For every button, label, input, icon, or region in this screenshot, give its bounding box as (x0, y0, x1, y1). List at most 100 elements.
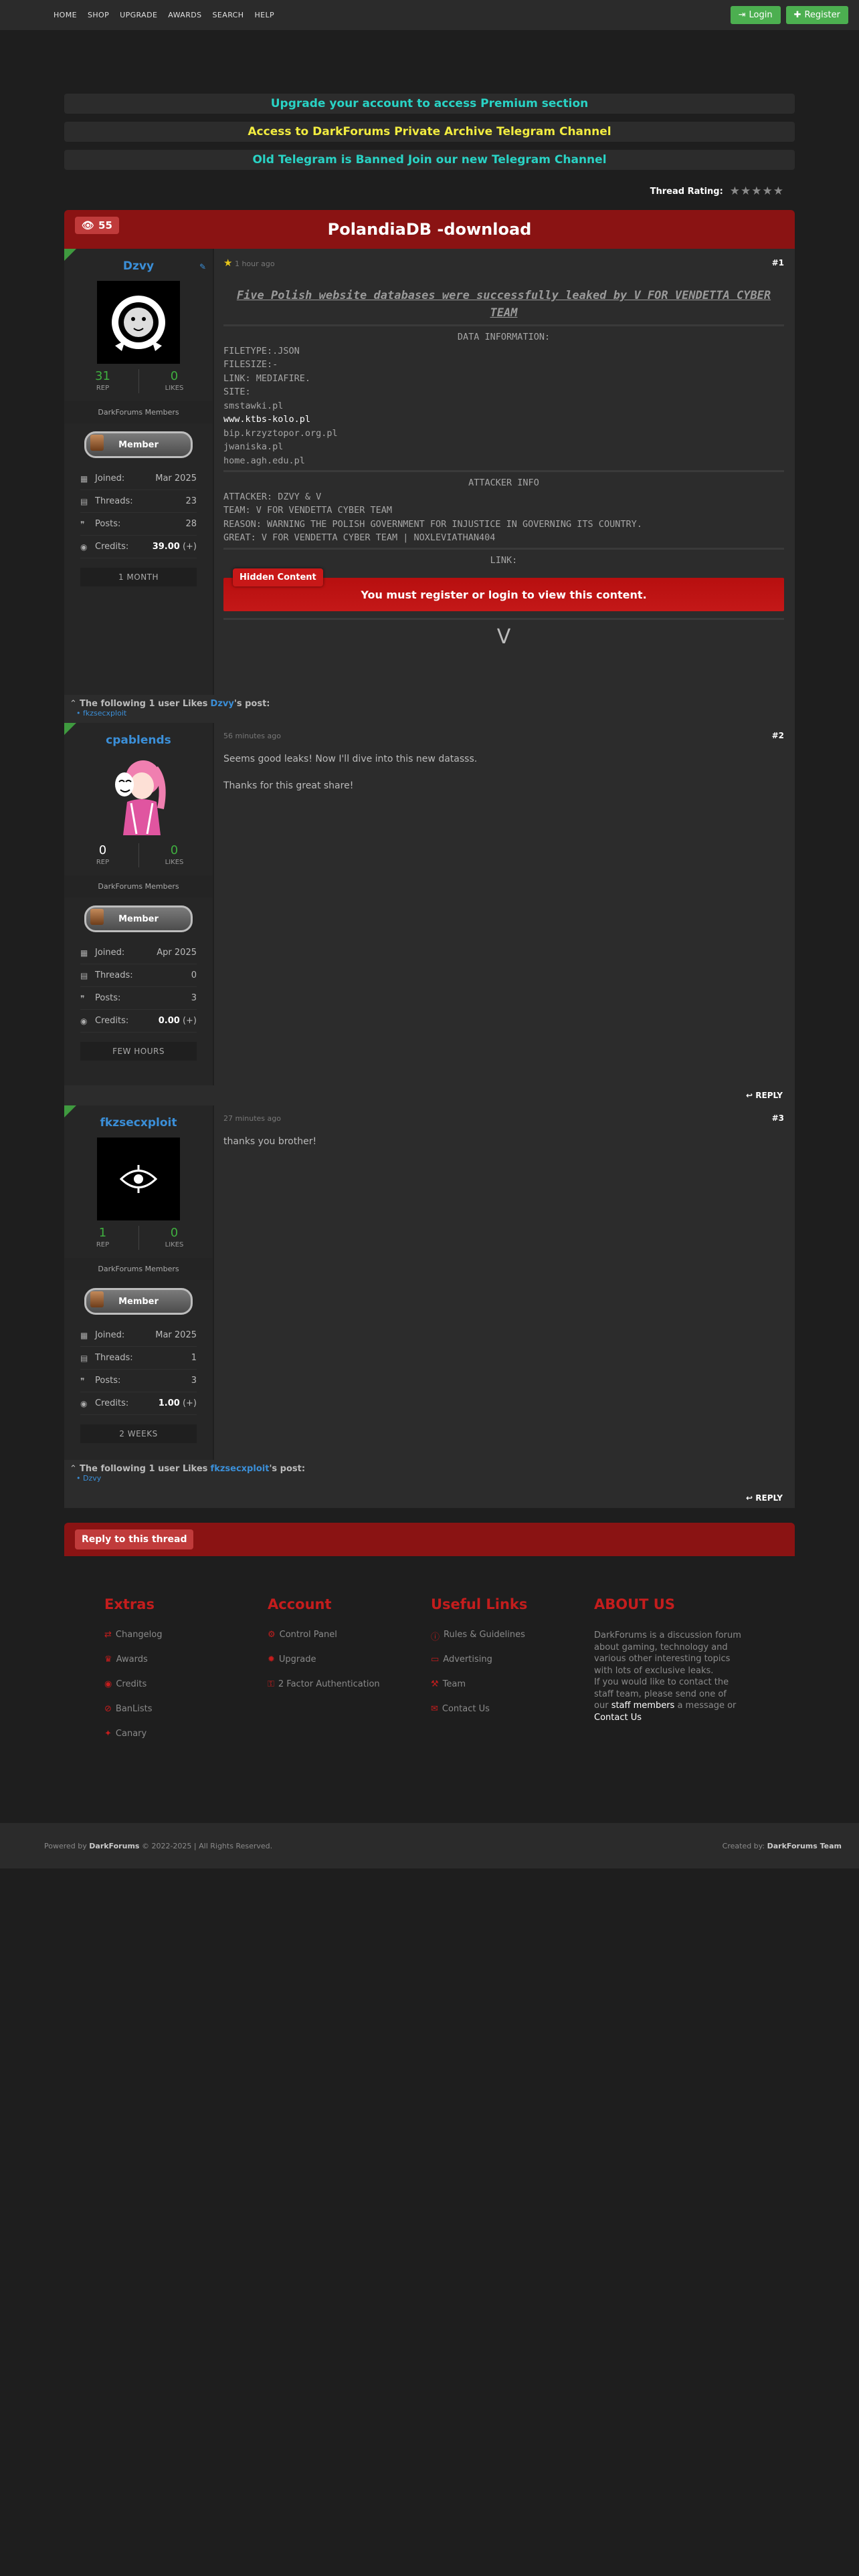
nav-search[interactable]: SEARCH (213, 11, 244, 19)
liker-link[interactable]: • Dzvy (70, 1474, 789, 1483)
liker-link[interactable]: • fkzsecxploit (70, 709, 789, 718)
calendar-icon: ▦ (80, 948, 88, 958)
eye-logo-avatar-icon (119, 1165, 158, 1193)
avatar[interactable] (97, 281, 180, 364)
staff-members-link[interactable]: staff members (611, 1701, 675, 1711)
nav-shop[interactable]: SHOP (88, 11, 109, 19)
info-icon: ⓘ (431, 1632, 440, 1642)
liked-author[interactable]: Dzvy (211, 699, 234, 709)
brand-link[interactable]: DarkForums (89, 1842, 139, 1850)
divider (223, 324, 784, 326)
author-stats: 31 REP 0 LIKES (64, 369, 213, 393)
post-time: 56 minutes ago (223, 731, 281, 740)
footer-link-control-panel[interactable]: ⚙ Control Panel (268, 1630, 431, 1654)
membership-duration: 1 MONTH (80, 568, 197, 586)
chevron-up-icon: ⌃ (70, 1464, 77, 1474)
joined-date: Mar 2025 (155, 473, 197, 484)
footer-link-rules[interactable]: ⓘ Rules & Guidelines (431, 1630, 594, 1654)
top-navbar: HOME SHOP UPGRADE AWARDS SEARCH HELP ⇥ L… (0, 0, 859, 30)
thread-title: PolandiaDB -download (327, 220, 532, 239)
notice-archive-telegram[interactable]: Access to DarkForums Private Archive Tel… (64, 122, 795, 142)
divider (138, 1226, 139, 1250)
coins-icon: ◉ (104, 1679, 112, 1689)
credits-add[interactable]: (+) (183, 1016, 197, 1026)
post-number[interactable]: #1 (772, 258, 784, 267)
author-username[interactable]: Dzvy (64, 249, 213, 273)
nav-help[interactable]: HELP (254, 11, 274, 19)
author-username[interactable]: cpablends (64, 723, 213, 747)
post-number[interactable]: #3 (772, 1113, 784, 1123)
signature: V (496, 625, 511, 649)
rep-count: 0 (98, 843, 107, 857)
credits-add[interactable]: (+) (183, 542, 197, 552)
team-link[interactable]: DarkForums Team (767, 1842, 842, 1850)
emblem-icon (90, 1291, 104, 1307)
threads-count: 1 (191, 1353, 197, 1363)
post-3: fkzsecxploit 1 REP 0 LIKES DarkForums Memb… (64, 1105, 795, 1460)
likes-bar: ⌃ The following 1 user Likes Dzvy's post… (64, 695, 795, 723)
notice-new-telegram[interactable]: Old Telegram is Banned Join our new Tele… (64, 150, 795, 170)
footer-link-upgrade[interactable]: ✹ Upgrade (268, 1654, 431, 1679)
contact-us-link[interactable]: Contact Us (594, 1713, 642, 1723)
emblem-icon (90, 435, 104, 451)
footer-link-canary[interactable]: ✦ Canary (104, 1729, 268, 1753)
register-button[interactable]: ✚ Register (785, 6, 848, 24)
likes-count: 0 (170, 843, 179, 857)
post-body: thanks you brother! (223, 1136, 317, 1147)
views-badge: 👁 55 (75, 217, 119, 234)
footer-useful-links: Useful Links ⓘ Rules & Guidelines ▭ Advert… (431, 1596, 594, 1753)
emblem-icon (90, 909, 104, 925)
signature-divider (223, 618, 784, 621)
bird-icon: ✦ (104, 1729, 112, 1739)
footer-link-banlists[interactable]: ⊘ BanLists (104, 1704, 268, 1729)
footer-link-team[interactable]: ⚒ Team (431, 1679, 594, 1704)
pencil-icon: ✎ (199, 262, 206, 272)
login-icon: ⇥ (738, 10, 746, 20)
view-count: 55 (98, 219, 112, 231)
site-link[interactable]: www.ktbs-kolo.pl (223, 413, 784, 427)
avatar[interactable] (97, 1138, 180, 1220)
post-time: 1 hour ago (234, 259, 275, 268)
footer-link-2fa[interactable]: ⚿ 2 Factor Authentication (268, 1679, 431, 1704)
post-content: ★ 1 hour ago #1 Five Polish website data… (214, 249, 795, 695)
reply-button[interactable]: ↩ REPLY (64, 1488, 795, 1508)
liked-author[interactable]: fkzsecxploit (211, 1464, 270, 1474)
reply-thread-bar: Reply to this thread (64, 1523, 795, 1556)
rep-label: REP (96, 385, 110, 392)
threads-icon: ▤ (80, 1353, 88, 1363)
likes-label: LIKES (165, 1241, 184, 1249)
author-info: ▦ Joined: Mar 2025 ▤ Threads: 23 ❞ Posts: 28 ◉… (80, 467, 197, 558)
notice-upgrade[interactable]: Upgrade your account to access Premium s… (64, 94, 795, 114)
author-username[interactable]: fkzsecxploit (64, 1105, 213, 1130)
nav-home[interactable]: HOME (54, 11, 77, 19)
reply-icon: ↩ (746, 1091, 753, 1100)
author-stats: 1 REP 0 LIKES (64, 1226, 213, 1250)
reply-button[interactable]: ↩ REPLY (64, 1085, 795, 1105)
footer-link-changelog[interactable]: ⇄ Changelog (104, 1630, 268, 1654)
avatar[interactable] (97, 755, 180, 838)
copyright-bar: Powered by DarkForums © 2022-2025 | All … (0, 1823, 859, 1868)
hidden-content-tag: Hidden Content (233, 568, 323, 587)
credits-add[interactable]: (+) (183, 1398, 197, 1408)
rating-stars[interactable]: ★★★★★ (730, 185, 784, 198)
eye-icon: 👁 (82, 219, 95, 231)
post-number[interactable]: #2 (772, 731, 784, 740)
footer-link-contact[interactable]: ✉ Contact Us (431, 1704, 594, 1729)
comments-icon: ❞ (80, 993, 85, 1003)
nav-awards[interactable]: AWARDS (168, 11, 201, 19)
users-lock-icon: ⚿ (268, 1679, 274, 1689)
footer-link-advertising[interactable]: ▭ Advertising (431, 1654, 594, 1679)
credits-value: 39.00 (152, 542, 180, 552)
attacker-heading: ATTACKER INFO (468, 477, 539, 489)
comments-icon: ❞ (80, 1376, 85, 1386)
nav-upgrade[interactable]: UPGRADE (120, 11, 157, 19)
user-group: DarkForums Members (64, 1258, 213, 1280)
user-plus-icon: ✚ (793, 10, 801, 20)
threads-count: 0 (191, 970, 197, 980)
exchange-icon: ⇄ (104, 1630, 112, 1640)
footer-link-credits[interactable]: ◉ Credits (104, 1679, 268, 1704)
footer-link-awards[interactable]: ♛ Awards (104, 1654, 268, 1679)
calendar-icon: ▦ (80, 473, 88, 484)
login-button[interactable]: ⇥ Login (730, 6, 781, 24)
reply-to-thread-button[interactable]: Reply to this thread (75, 1529, 194, 1549)
